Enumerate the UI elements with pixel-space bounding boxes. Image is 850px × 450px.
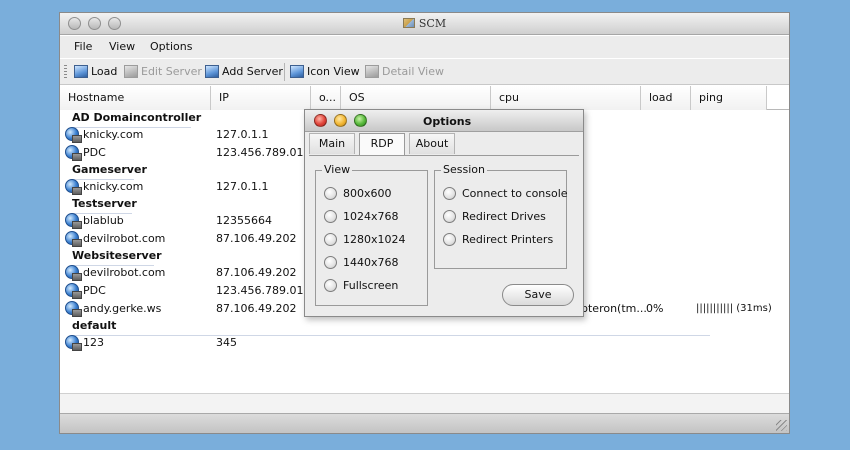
toolbar-separator [284,63,285,81]
radio-redirect-printers[interactable]: Redirect Printers [443,232,553,248]
hostname-cell: 123 [83,336,104,349]
title-bar: SCM [60,13,789,35]
server-icon [65,283,82,299]
server-icon [65,127,82,143]
window-title-text: SCM [418,17,447,30]
radio-circle-icon [443,210,456,223]
menu-file[interactable]: File [74,40,92,53]
group-header[interactable]: AD Domaincontroller [72,111,201,128]
hostname-cell: knicky.com [83,128,144,141]
column-header: Hostname IP o... OS cpu load ping [60,86,789,110]
view-group: View 800x600 1024x768 1280x1024 1440x768… [315,163,428,306]
menu-view[interactable]: View [109,40,135,53]
group-header[interactable]: default [72,319,710,336]
dialog-close-button[interactable] [314,114,327,127]
load-icon [74,65,88,78]
server-icon [65,335,82,351]
load-button[interactable]: Load [74,63,117,81]
radio-redirect-drives[interactable]: Redirect Drives [443,209,546,225]
ip-cell: 345 [216,336,237,349]
server-icon [65,179,82,195]
detail-view-icon [365,65,379,78]
dialog-title: Options [423,115,472,128]
radio-1280x1024[interactable]: 1280x1024 [324,232,406,248]
resize-grip-icon[interactable] [776,420,787,431]
ip-cell: 87.106.49.202 [216,232,297,245]
dialog-title-bar: Options [305,110,583,132]
hostname-cell: devilrobot.com [83,266,166,279]
server-icon [65,231,82,247]
toolbar-grip[interactable] [64,65,67,79]
table-row[interactable]: 123 345 [65,335,785,352]
radio-1440x768[interactable]: 1440x768 [324,255,399,271]
load-cell: 0% [646,302,664,315]
col-hostname[interactable]: Hostname [60,86,211,110]
hostname-cell: andy.gerke.ws [83,302,162,315]
window-title: SCM [60,17,789,30]
col-os[interactable]: OS [341,86,491,110]
radio-circle-icon [324,279,337,292]
ping-cell: ||||||||||| (31ms) [696,303,772,314]
radio-circle-icon [443,187,456,200]
session-group: Session Connect to console Redirect Driv… [434,163,568,269]
menu-bar: File View Options [60,36,789,58]
icon-view-icon [290,65,304,78]
ip-cell: 127.0.1.1 [216,180,269,193]
ip-cell: 127.0.1.1 [216,128,269,141]
ip-cell: 12355664 [216,214,272,227]
ip-cell: 123.456.789.012 [216,146,311,159]
radio-800x600[interactable]: 800x600 [324,186,392,202]
menu-options[interactable]: Options [150,40,192,53]
add-server-icon [205,65,219,78]
toolbar: Load Edit Server Add Server Icon View De… [60,59,789,85]
app-icon [402,18,415,28]
radio-circle-icon [324,256,337,269]
view-legend: View [322,163,353,176]
dialog-minimize-button[interactable] [334,114,347,127]
hostname-cell: blablub [83,214,124,227]
cpu-cell: pteron(tm... [581,302,647,315]
server-icon [65,265,82,281]
radio-circle-icon [443,233,456,246]
ip-cell: 123.456.789.012 [216,284,311,297]
status-bar [60,413,789,433]
hostname-cell: PDC [83,146,106,159]
ip-cell: 87.106.49.202 [216,302,297,315]
radio-fullscreen[interactable]: Fullscreen [324,278,398,294]
icon-view-button[interactable]: Icon View [290,63,360,81]
hostname-cell: knicky.com [83,180,144,193]
server-icon [65,145,82,161]
radio-connect-to-console[interactable]: Connect to console [443,186,568,202]
horizontal-scrollbar[interactable] [60,393,789,413]
hostname-cell: devilrobot.com [83,232,166,245]
col-ip[interactable]: IP [211,86,311,110]
radio-circle-icon [324,233,337,246]
group-header[interactable]: Websiteserver [72,249,162,266]
detail-view-button[interactable]: Detail View [365,63,444,81]
col-online[interactable]: o... [311,86,341,110]
edit-server-icon [124,65,138,78]
col-cpu[interactable]: cpu [491,86,641,110]
edit-server-button[interactable]: Edit Server [124,63,202,81]
radio-1024x768[interactable]: 1024x768 [324,209,399,225]
hostname-cell: PDC [83,284,106,297]
server-icon [65,301,82,317]
ip-cell: 87.106.49.202 [216,266,297,279]
options-dialog: Options Main RDP About View 800x600 1024… [304,109,584,317]
server-icon [65,213,82,229]
tab-about[interactable]: About [409,133,455,154]
radio-circle-icon [324,210,337,223]
save-button[interactable]: Save [502,284,574,306]
add-server-button[interactable]: Add Server [205,63,283,81]
session-legend: Session [441,163,487,176]
tab-rdp[interactable]: RDP [359,133,405,155]
group-header[interactable]: Testserver [72,197,137,214]
col-ping[interactable]: ping [691,86,767,110]
dialog-zoom-button[interactable] [354,114,367,127]
rdp-panel: View 800x600 1024x768 1280x1024 1440x768… [309,155,579,313]
col-load[interactable]: load [641,86,691,110]
tab-main[interactable]: Main [309,133,355,154]
group-header[interactable]: Gameserver [72,163,147,180]
radio-circle-icon [324,187,337,200]
